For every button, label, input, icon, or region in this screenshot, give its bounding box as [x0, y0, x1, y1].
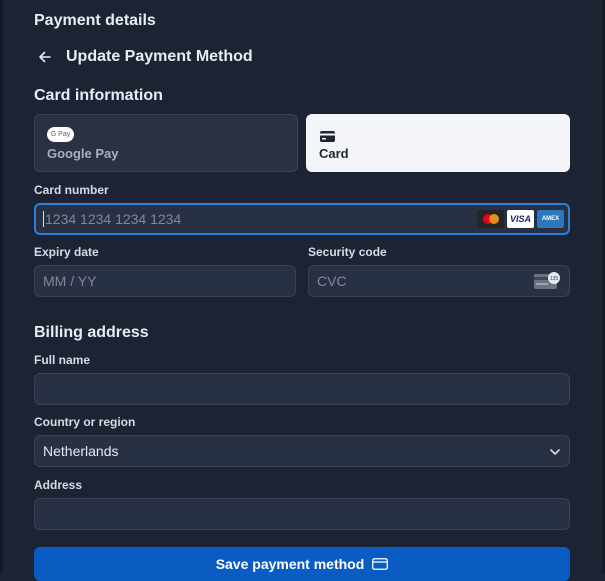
address-label: Address: [34, 478, 83, 492]
expiry-date-label: Expiry date: [34, 245, 99, 259]
cvc-hint-text: 135: [550, 276, 559, 282]
full-name-label: Full name: [34, 353, 91, 367]
save-button-label: Save payment method: [215, 556, 365, 572]
security-code-placeholder: CVC: [317, 273, 347, 289]
expiry-date-input[interactable]: MM / YY: [34, 265, 296, 297]
security-code-label: Security code: [308, 245, 387, 259]
page-title: Update Payment Method: [66, 48, 253, 65]
text-caret: [43, 211, 44, 227]
tab-google-pay-label: Google Pay: [47, 146, 119, 161]
address-input[interactable]: [34, 498, 570, 530]
tab-card-label: Card: [319, 146, 349, 161]
mastercard-icon: [477, 210, 504, 228]
window-left-edge: [0, 0, 3, 573]
card-number-input[interactable]: 1234 1234 1234 1234 VISA AMEX: [34, 203, 570, 235]
chevron-down-icon: [549, 445, 561, 461]
page-header: Update Payment Method: [34, 46, 253, 68]
cvc-card-icon: 135: [534, 272, 561, 294]
country-value: Netherlands: [43, 443, 119, 459]
country-label: Country or region: [34, 415, 136, 429]
visa-icon: VISA: [507, 210, 534, 228]
card-number-placeholder: 1234 1234 1234 1234: [45, 211, 182, 227]
card-information-heading: Card information: [34, 87, 163, 104]
tab-google-pay[interactable]: G Pay Google Pay: [34, 114, 298, 172]
expiry-date-placeholder: MM / YY: [43, 273, 97, 289]
back-arrow-icon[interactable]: [34, 46, 56, 68]
google-pay-logo: G Pay: [47, 127, 74, 142]
security-code-input[interactable]: CVC 135: [308, 265, 570, 297]
amex-icon: AMEX: [537, 210, 564, 228]
save-payment-method-button[interactable]: Save payment method: [34, 547, 570, 581]
country-select[interactable]: Netherlands: [34, 435, 570, 467]
tab-card[interactable]: Card: [306, 114, 570, 172]
credit-card-outline-icon: [372, 558, 389, 570]
card-brand-logos: VISA AMEX: [477, 210, 564, 228]
billing-address-heading: Billing address: [34, 324, 149, 341]
full-name-input[interactable]: [34, 373, 570, 405]
credit-card-icon: [320, 129, 335, 147]
card-number-label: Card number: [34, 183, 109, 197]
section-title: Payment details: [34, 12, 156, 29]
